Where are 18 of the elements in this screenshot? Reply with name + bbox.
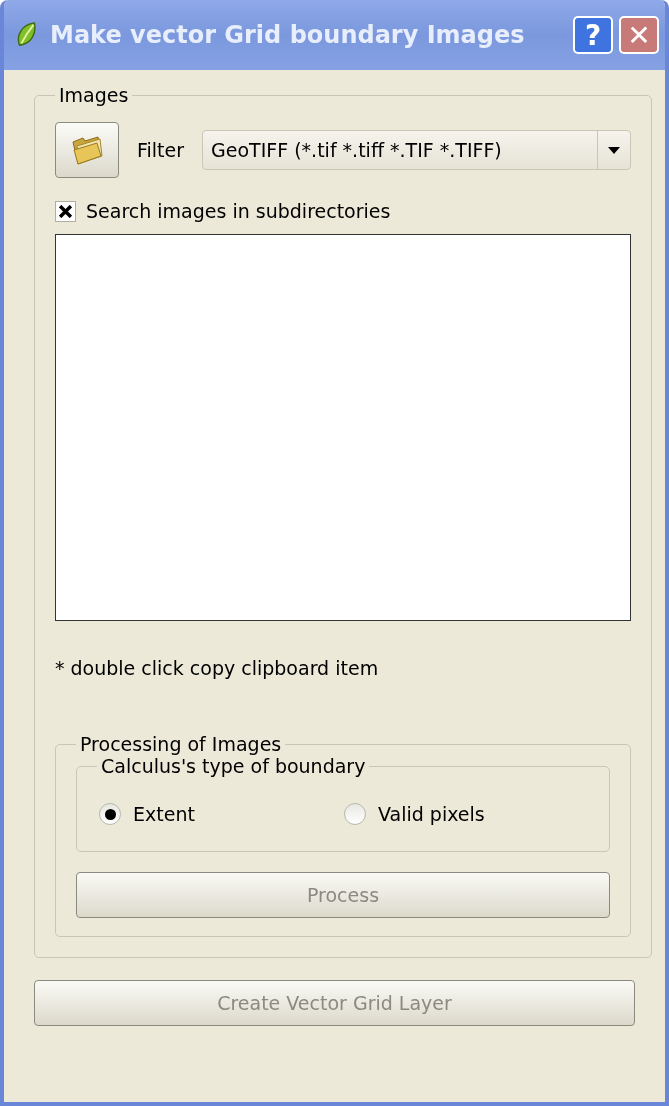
open-folder-button[interactable]: [55, 122, 119, 178]
radio-label: Extent: [133, 803, 195, 825]
window-title: Make vector Grid boundary Images: [50, 21, 526, 49]
group-title: Images: [58, 84, 130, 106]
help-button[interactable]: ?: [573, 16, 613, 54]
checkbox-label: Search images in subdirectories: [86, 200, 391, 222]
group-title: Calculus's type of boundary: [100, 755, 367, 777]
radio-label: Valid pixels: [378, 803, 485, 825]
caret-icon: [608, 146, 620, 154]
radio-button[interactable]: [99, 803, 121, 825]
close-button[interactable]: ✕: [619, 16, 659, 54]
filter-label: Filter: [137, 139, 185, 161]
folder-icon: [70, 134, 104, 166]
radio-button[interactable]: [344, 803, 366, 825]
checkbox[interactable]: [55, 200, 76, 222]
hint-text: * double click copy clipboard item: [55, 657, 380, 679]
group-title: Processing of Images: [79, 733, 283, 755]
filter-dropdown[interactable]: GeoTIFF (*.tif *.tiff *.TIF *.TIFF): [202, 130, 631, 170]
